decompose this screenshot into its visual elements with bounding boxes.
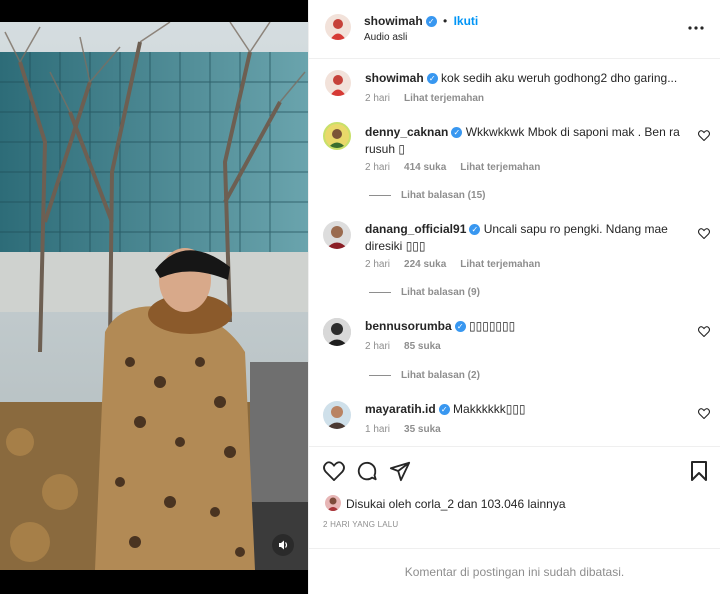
comment-meta: 2 hari 414 suka Lihat terjemahan <box>365 162 554 173</box>
media-top-bar <box>0 0 308 22</box>
share-icon[interactable] <box>389 460 411 485</box>
comments-disabled-notice: Komentar di postingan ini sudah dibatasi… <box>309 548 720 595</box>
more-options-icon[interactable] <box>688 20 704 34</box>
post-date[interactable]: 2 HARI YANG LALU <box>323 520 398 529</box>
caption-username[interactable]: showimah <box>365 71 424 85</box>
likes-count[interactable]: 103.046 lainnya <box>481 497 566 511</box>
comment-meta: 2 hari 85 suka <box>365 341 455 352</box>
header-user-row: showimah ✓ • Ikuti <box>364 14 478 28</box>
comment-time[interactable]: 2 hari <box>365 259 390 270</box>
follow-button[interactable]: Ikuti <box>454 14 479 28</box>
comment-username[interactable]: denny_caknan <box>365 125 448 139</box>
comment-emoji: ▯▯▯ <box>405 239 426 253</box>
liker-username[interactable]: corla_2 <box>415 497 454 511</box>
comment-body: mayaratih.id ✓ Makkkkkk▯▯▯ <box>365 401 685 418</box>
username-link[interactable]: showimah <box>364 14 423 28</box>
comment-likes[interactable]: 85 suka <box>404 341 441 352</box>
media-bottom-bar <box>0 570 308 594</box>
verified-badge-icon: ✓ <box>438 404 450 416</box>
comment-body: denny_caknan ✓ Wkkwkkwk Mbok di saponi ma… <box>365 124 685 158</box>
like-comment-heart-icon[interactable] <box>697 326 711 340</box>
like-comment-heart-icon[interactable] <box>697 408 711 422</box>
video-frame <box>0 22 308 570</box>
comment-avatar[interactable] <box>323 221 351 249</box>
comment-text: Makkkkkk <box>453 402 506 416</box>
comment-username[interactable]: danang_official91 <box>365 222 466 236</box>
comment-emoji: ▯ <box>398 142 405 156</box>
caption-time[interactable]: 2 hari <box>365 93 390 104</box>
comment-emoji: ▯▯▯ <box>505 402 526 416</box>
comment-meta: 2 hari 224 suka Lihat terjemahan <box>365 259 554 270</box>
view-replies-button[interactable]: Lihat balasan (2) <box>369 370 480 381</box>
likes-middle: dan <box>454 497 481 511</box>
like-comment-heart-icon[interactable] <box>697 130 711 144</box>
comment-avatar[interactable] <box>323 318 351 346</box>
volume-icon[interactable] <box>272 534 294 556</box>
comment-username[interactable]: bennusorumba <box>365 319 452 333</box>
comment-body: bennusorumba ✓ ▯▯▯▯▯▯▯ <box>365 318 685 335</box>
comment-time[interactable]: 2 hari <box>365 341 390 352</box>
verified-badge-icon: ✓ <box>426 73 438 85</box>
view-replies-button[interactable]: Lihat balasan (9) <box>369 287 480 298</box>
verified-badge-icon: ✓ <box>469 224 481 236</box>
likes-summary: Disukai oleh corla_2 dan 103.046 lainnya <box>346 497 566 511</box>
bookmark-icon[interactable] <box>690 460 708 485</box>
comment-likes[interactable]: 35 suka <box>404 424 441 435</box>
like-comment-heart-icon[interactable] <box>697 228 711 242</box>
comment-username[interactable]: mayaratih.id <box>365 402 436 416</box>
caption-text: kok sedih aku weruh godhong2 dho garing.… <box>441 71 678 85</box>
likes-prefix: Disukai oleh <box>346 497 415 511</box>
post-header: showimah ✓ • Ikuti Audio asli <box>309 0 720 59</box>
caption-avatar[interactable] <box>325 70 351 96</box>
comment-avatar[interactable] <box>323 122 351 150</box>
caption-translate[interactable]: Lihat terjemahan <box>404 93 484 104</box>
comment-likes[interactable]: 224 suka <box>404 259 446 270</box>
like-heart-icon[interactable] <box>323 461 345 484</box>
action-bar <box>309 446 720 495</box>
verified-badge-icon: ✓ <box>425 16 437 28</box>
view-replies-button[interactable]: Lihat balasan (15) <box>369 190 485 201</box>
caption-meta: 2 hari Lihat terjemahan <box>365 93 498 104</box>
separator-dot: • <box>443 14 448 28</box>
comment-time[interactable]: 2 hari <box>365 162 390 173</box>
comment-meta: 1 hari 35 suka <box>365 424 455 435</box>
comment-time[interactable]: 1 hari <box>365 424 390 435</box>
comment-icon[interactable] <box>356 460 378 485</box>
post-panel: showimah ✓ • Ikuti Audio asli showimah ✓ k… <box>308 0 720 594</box>
comment-emoji: ▯▯▯▯▯▯▯ <box>469 319 516 333</box>
comment-likes[interactable]: 414 suka <box>404 162 446 173</box>
audio-link[interactable]: Audio asli <box>364 32 407 43</box>
avatar[interactable] <box>325 14 351 40</box>
comment-translate[interactable]: Lihat terjemahan <box>460 162 540 173</box>
comment-translate[interactable]: Lihat terjemahan <box>460 259 540 270</box>
verified-badge-icon: ✓ <box>451 127 463 139</box>
verified-badge-icon: ✓ <box>454 321 466 333</box>
post-video[interactable] <box>0 22 308 570</box>
caption: showimah ✓ kok sedih aku weruh godhong2 d… <box>365 70 685 87</box>
liker-avatar[interactable] <box>325 495 341 511</box>
comment-body: danang_official91 ✓ Uncali sapu ro pengki… <box>365 221 685 255</box>
comment-avatar[interactable] <box>323 401 351 429</box>
